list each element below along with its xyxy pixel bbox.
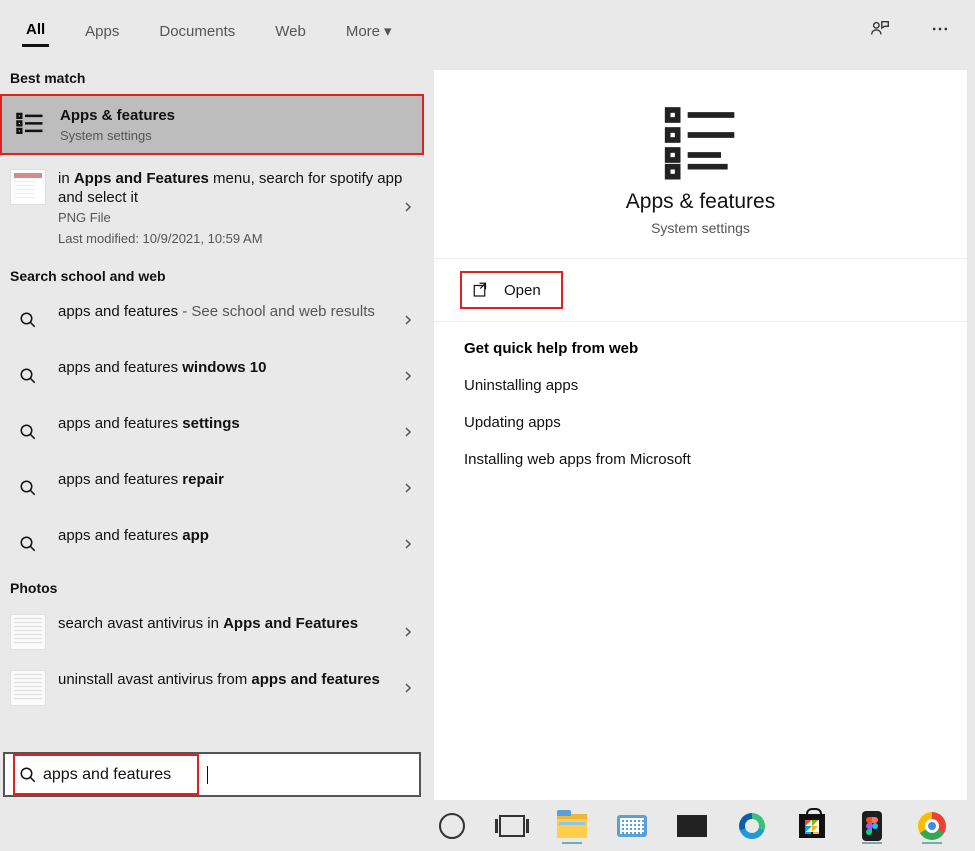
tab-apps[interactable]: Apps [81, 17, 123, 46]
photo-thumbnail-icon [10, 670, 46, 706]
tab-all[interactable]: All [22, 15, 49, 47]
settings-list-icon [12, 106, 48, 142]
preview-panel: Apps & features System settings Open Get… [434, 70, 967, 800]
mail-icon[interactable] [672, 806, 712, 846]
search-box[interactable] [3, 752, 421, 797]
chevron-right-icon [402, 538, 414, 550]
section-search-web: Search school and web [0, 260, 424, 292]
result-filetype: PNG File [58, 210, 412, 225]
web-result-0[interactable]: apps and features - See school and web r… [0, 292, 424, 348]
search-icon [10, 526, 46, 562]
photo-thumbnail-icon [10, 614, 46, 650]
result-title: Apps & features [60, 107, 175, 124]
search-icon [10, 302, 46, 338]
chevron-right-icon [402, 426, 414, 438]
photo-result-1[interactable]: uninstall avast antivirus from apps and … [0, 660, 424, 716]
feedback-icon[interactable] [865, 14, 895, 44]
result-modified: Last modified: 10/9/2021, 10:59 AM [58, 231, 412, 246]
more-options-icon[interactable] [925, 14, 955, 44]
help-heading: Get quick help from web [434, 322, 967, 367]
search-icon [19, 766, 37, 784]
preview-subtitle: System settings [651, 220, 750, 236]
section-best-match: Best match [0, 62, 424, 94]
result-subtitle: System settings [60, 128, 410, 143]
chevron-right-icon [402, 626, 414, 638]
photo-result-0[interactable]: search avast antivirus in Apps and Featu… [0, 604, 424, 660]
preview-title: Apps & features [626, 190, 775, 214]
search-filter-tabs: All Apps Documents Web More▾ [0, 0, 975, 62]
open-external-icon [472, 281, 490, 299]
web-result-3[interactable]: apps and features repair [0, 460, 424, 516]
chevron-right-icon [402, 370, 414, 382]
result-apps-and-features[interactable]: Apps & features System settings [0, 94, 424, 155]
help-link-updating[interactable]: Updating apps [434, 404, 967, 441]
tab-documents[interactable]: Documents [155, 17, 239, 46]
help-link-installing-web[interactable]: Installing web apps from Microsoft [434, 441, 967, 478]
search-icon [10, 358, 46, 394]
chevron-right-icon [402, 314, 414, 326]
web-result-2[interactable]: apps and features settings [0, 404, 424, 460]
chrome-browser-icon[interactable] [912, 806, 952, 846]
apps-features-glyph-icon [661, 100, 741, 180]
task-view-icon[interactable] [492, 806, 532, 846]
taskbar [424, 800, 975, 851]
figma-icon[interactable] [852, 806, 892, 846]
search-input[interactable] [43, 766, 193, 784]
results-panel: Best match Apps & features System settin… [0, 62, 424, 800]
help-link-uninstalling[interactable]: Uninstalling apps [434, 367, 967, 404]
result-title: in Apps and Features menu, search for sp… [58, 169, 412, 208]
png-thumbnail-icon [10, 169, 46, 205]
chevron-right-icon [402, 482, 414, 494]
file-explorer-icon[interactable] [552, 806, 592, 846]
open-label: Open [504, 282, 541, 299]
chevron-right-icon [402, 682, 414, 694]
touch-keyboard-icon[interactable] [612, 806, 652, 846]
tab-web[interactable]: Web [271, 17, 310, 46]
microsoft-store-icon[interactable] [792, 806, 832, 846]
search-icon [10, 414, 46, 450]
open-button[interactable]: Open [460, 271, 563, 309]
web-result-1[interactable]: apps and features windows 10 [0, 348, 424, 404]
edge-browser-icon[interactable] [732, 806, 772, 846]
section-photos: Photos [0, 572, 424, 604]
web-result-4[interactable]: apps and features app [0, 516, 424, 572]
text-cursor [207, 766, 208, 784]
chevron-down-icon: ▾ [384, 23, 392, 40]
search-bar [0, 749, 424, 800]
cortana-icon[interactable] [432, 806, 472, 846]
search-icon [10, 470, 46, 506]
chevron-right-icon [402, 201, 414, 213]
result-png-file[interactable]: in Apps and Features menu, search for sp… [0, 155, 424, 260]
tab-more[interactable]: More▾ [342, 16, 396, 46]
